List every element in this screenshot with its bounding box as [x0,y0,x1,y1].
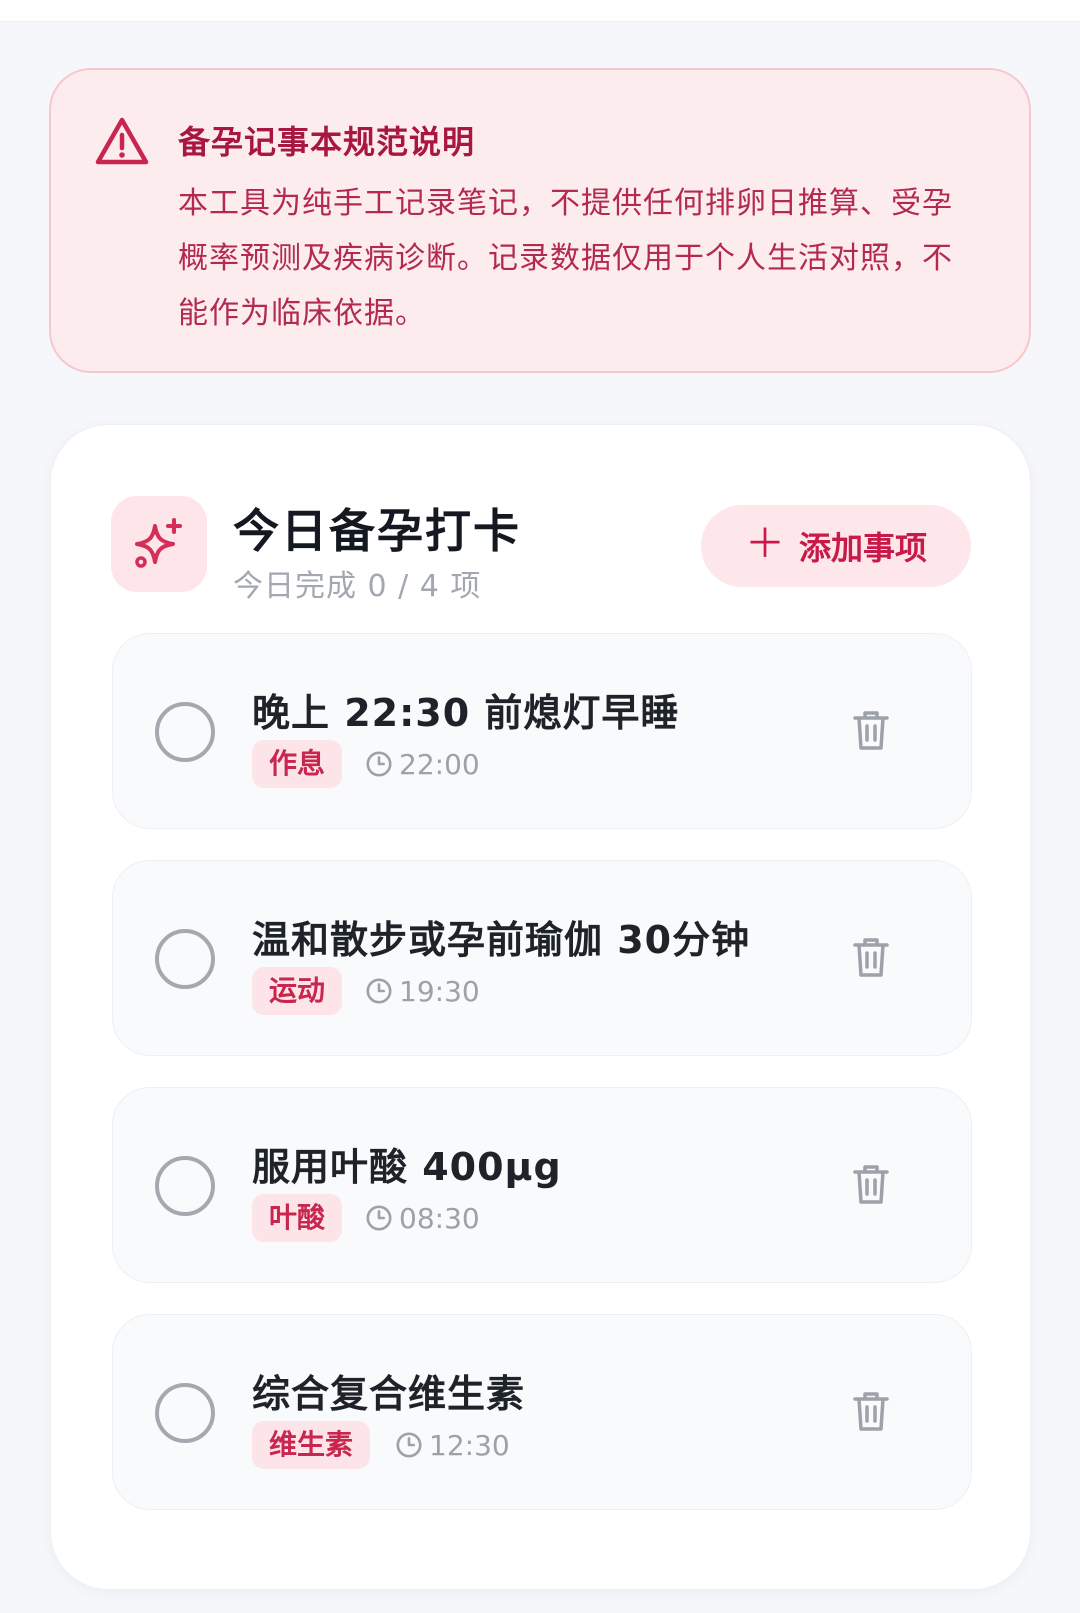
add-item-label: 添加事项 [798,529,927,567]
task-tag: 运动 [252,967,343,1015]
notice-title: 备孕记事本规范说明 [178,123,476,161]
task-tag: 作息 [252,740,343,788]
warning-triangle-icon [95,117,149,165]
task-time: 08:30 [365,1199,480,1237]
task-time-value: 19:30 [399,974,480,1008]
daily-checkin-card: 今日备孕打卡 今日完成 0 / 4 项 ＋ 添加事项 晚上 22:30 前熄灯早… [50,424,1031,1590]
top-bar [0,0,1080,22]
task-name: 温和散步或孕前瑜伽 30分钟 [252,918,751,962]
clock-icon [366,1205,392,1231]
task-checkbox[interactable] [155,702,215,762]
card-title: 今日备孕打卡 [233,504,521,558]
task-name: 服用叶酸 400μg [252,1145,562,1189]
completion-progress: 今日完成 0 / 4 项 [233,569,482,604]
task-time: 22:00 [365,745,480,783]
task-time-value: 22:00 [399,747,480,781]
task-time-value: 12:30 [429,1428,510,1462]
disclaimer-notice: 备孕记事本规范说明 本工具为纯手工记录笔记，不提供任何排卵日推算、受孕概率预测及… [49,68,1031,373]
trash-icon[interactable] [851,935,891,979]
task-name: 晚上 22:30 前熄灯早睡 [252,691,680,735]
trash-icon[interactable] [851,1162,891,1206]
clock-icon [366,978,392,1004]
add-item-button[interactable]: ＋ 添加事项 [701,505,971,587]
notice-body: 本工具为纯手工记录笔记，不提供任何排卵日推算、受孕概率预测及疾病诊断。记录数据仅… [178,186,953,331]
task-name: 综合复合维生素 [252,1372,526,1416]
sparkles-badge [111,496,207,592]
task-time-value: 08:30 [399,1201,480,1235]
trash-icon[interactable] [851,1389,891,1433]
plus-icon: ＋ [744,521,785,567]
task-checkbox[interactable] [155,929,215,989]
task-item: 综合复合维生素 维生素 12:30 [112,1314,972,1510]
task-tag: 叶酸 [252,1194,343,1242]
task-time: 19:30 [365,972,480,1010]
task-tag: 维生素 [252,1421,371,1469]
task-checkbox[interactable] [155,1383,215,1443]
trash-icon[interactable] [851,708,891,752]
sparkles-icon [135,518,182,568]
task-time: 12:30 [395,1426,510,1464]
task-item: 温和散步或孕前瑜伽 30分钟 运动 19:30 [112,860,972,1056]
clock-icon [396,1432,422,1458]
task-checkbox[interactable] [155,1156,215,1216]
clock-icon [366,751,392,777]
task-item: 服用叶酸 400μg 叶酸 08:30 [112,1087,972,1283]
task-item: 晚上 22:30 前熄灯早睡 作息 22:00 [112,633,972,829]
